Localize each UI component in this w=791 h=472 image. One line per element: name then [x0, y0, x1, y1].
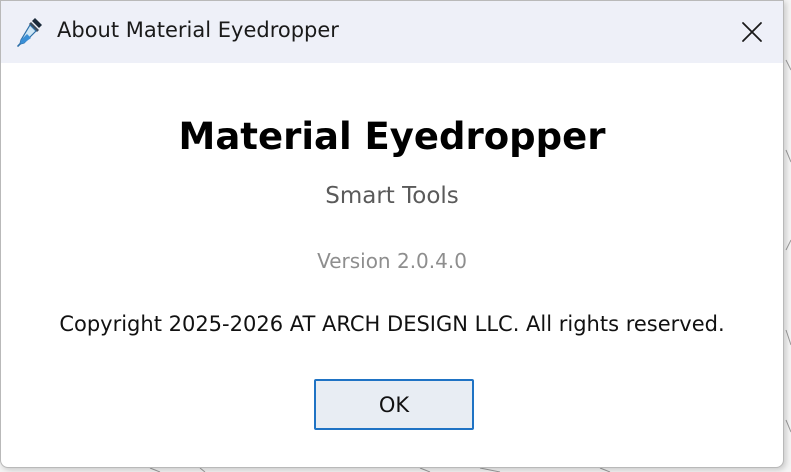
eyedropper-icon [15, 16, 45, 48]
company-subtitle: Smart Tools [325, 183, 459, 209]
screen: About Material Eyedropper Material Eyedr… [0, 0, 791, 472]
close-button[interactable] [721, 1, 783, 63]
title-bar[interactable]: About Material Eyedropper [1, 1, 783, 63]
copyright-text: Copyright 2025-2026 AT ARCH DESIGN LLC. … [59, 312, 725, 336]
close-icon [742, 22, 762, 42]
window-title: About Material Eyedropper [57, 18, 339, 42]
version-label: Version 2.0.4.0 [317, 249, 467, 273]
about-dialog: About Material Eyedropper Material Eyedr… [0, 0, 784, 468]
dialog-content: Material Eyedropper Smart Tools Version … [1, 63, 783, 469]
ok-button[interactable]: OK [314, 379, 474, 430]
app-name: Material Eyedropper [178, 115, 606, 158]
